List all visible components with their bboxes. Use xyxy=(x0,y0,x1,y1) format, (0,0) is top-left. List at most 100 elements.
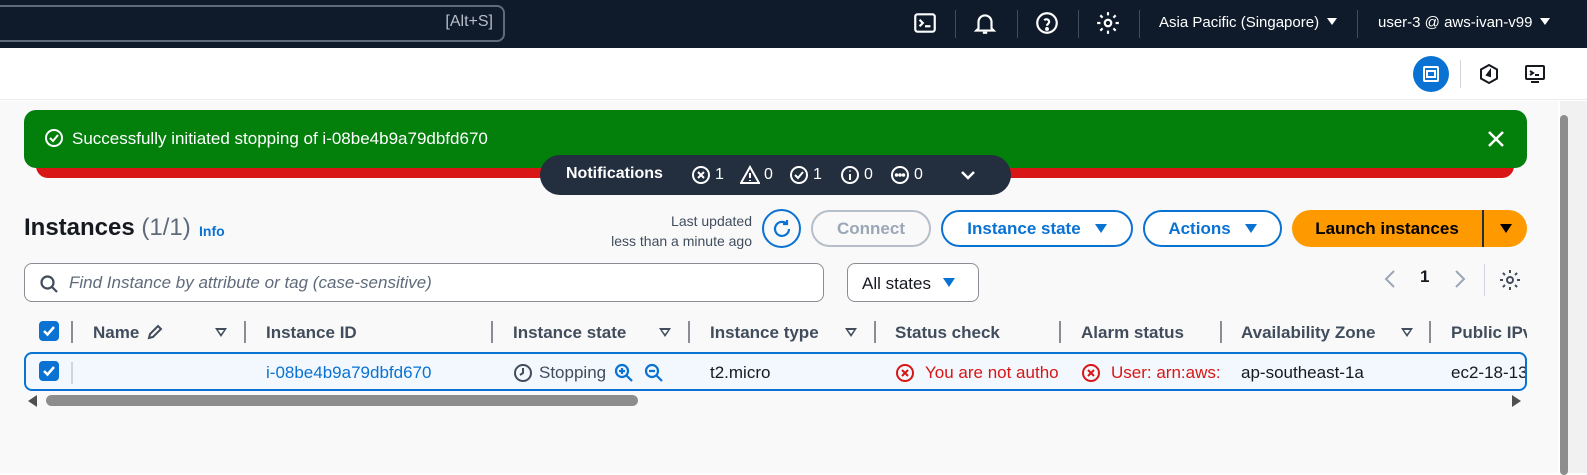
gear-icon[interactable] xyxy=(1095,10,1121,36)
launch-instances-button[interactable]: Launch instances xyxy=(1292,210,1482,247)
bell-icon[interactable] xyxy=(972,10,998,36)
instance-state-value: Stopping xyxy=(539,363,607,382)
zoom-out-icon[interactable] xyxy=(644,363,664,383)
account-menu[interactable]: user-3 @ aws-ivan-v99 xyxy=(1378,14,1551,31)
close-icon[interactable] xyxy=(1485,128,1507,150)
alarm-status-value: User: arn:aws:i xyxy=(1111,363,1220,382)
sort-icon[interactable] xyxy=(1401,328,1413,337)
nav-divider xyxy=(1078,10,1079,38)
column-divider xyxy=(71,321,73,343)
column-divider xyxy=(874,321,876,343)
success-check-icon xyxy=(45,129,63,147)
region-selector[interactable]: Asia Pacific (Singapore) xyxy=(1159,14,1338,31)
help-icon[interactable] xyxy=(1034,10,1060,36)
select-all-checkbox[interactable] xyxy=(39,321,59,341)
states-select-value: All states xyxy=(862,274,931,293)
search-icon xyxy=(40,275,58,293)
cell-instance-type: t2.micro xyxy=(710,363,771,382)
nav-divider xyxy=(1017,10,1018,38)
zoom-in-icon[interactable] xyxy=(614,363,634,383)
error-count-value: 1 xyxy=(715,166,724,183)
column-divider xyxy=(1059,321,1061,343)
in-progress-count: 0 xyxy=(890,165,923,185)
last-updated-label: Last updated xyxy=(671,213,752,229)
status-check-value: You are not autho xyxy=(925,363,1059,382)
sort-icon[interactable] xyxy=(659,328,671,337)
column-header-alarm-status[interactable]: Alarm status xyxy=(1081,323,1184,343)
row-checkbox[interactable] xyxy=(39,361,59,381)
scrollbar-thumb[interactable] xyxy=(46,395,638,406)
column-header-availability-zone[interactable]: Availability Zone xyxy=(1241,323,1375,343)
scroll-right-icon[interactable] xyxy=(1511,395,1521,407)
scrollbar-thumb[interactable] xyxy=(1560,115,1568,475)
error-icon xyxy=(896,364,914,382)
column-header-name[interactable]: Name xyxy=(93,323,139,343)
split-panel-icon[interactable] xyxy=(1413,56,1449,92)
nav-divider xyxy=(1357,10,1358,38)
chevron-right-icon[interactable] xyxy=(1453,269,1467,289)
actions-button[interactable]: Actions xyxy=(1143,210,1282,247)
check-icon xyxy=(43,366,55,377)
column-header-public-ip[interactable]: Public IPv xyxy=(1451,323,1527,343)
last-updated-value: less than a minute ago xyxy=(611,233,752,249)
filter-input[interactable] xyxy=(69,270,809,296)
search-shortcut-hint: [Alt+S] xyxy=(445,13,493,30)
info-count-value: 0 xyxy=(864,166,873,183)
warning-count: 0 xyxy=(740,165,773,185)
column-divider xyxy=(491,321,493,343)
page-number[interactable]: 1 xyxy=(1420,267,1429,287)
flash-message: Successfully initiated stopping of i-08b… xyxy=(72,129,488,148)
caret-down-icon xyxy=(1094,224,1107,233)
refresh-icon xyxy=(773,219,790,237)
caret-down-icon xyxy=(1327,18,1338,25)
clock-icon xyxy=(514,364,532,382)
error-count: 1 xyxy=(691,165,724,185)
column-header-instance-id[interactable]: Instance ID xyxy=(266,323,357,343)
instance-state-label: Instance state xyxy=(967,218,1081,238)
column-divider xyxy=(244,321,246,343)
column-divider xyxy=(71,362,73,384)
notifications-bar[interactable]: Notifications 1 0 1 0 0 xyxy=(540,155,1011,195)
gear-icon[interactable] xyxy=(1498,268,1522,292)
launch-instances-dropdown[interactable] xyxy=(1482,210,1527,247)
tools-divider xyxy=(1460,60,1461,88)
error-icon xyxy=(1082,364,1100,382)
cell-public-ip: ec2-18-13 xyxy=(1451,363,1525,382)
column-header-instance-state[interactable]: Instance state xyxy=(513,323,626,343)
info-link[interactable]: Info xyxy=(199,223,225,239)
states-select[interactable]: All states xyxy=(847,263,979,302)
horizontal-scrollbar[interactable] xyxy=(24,393,1527,409)
cell-instance-id[interactable]: i-08be4b9a79dbfd670 xyxy=(266,363,431,383)
connect-button[interactable]: Connect xyxy=(811,210,931,247)
column-divider xyxy=(1429,321,1431,343)
instance-filter xyxy=(24,263,824,302)
caret-down-icon xyxy=(1540,18,1551,25)
region-label: Asia Pacific (Singapore) xyxy=(1159,14,1320,31)
table-row[interactable]: i-08be4b9a79dbfd670 Stopping t2.micro Yo… xyxy=(24,352,1527,391)
in-progress-icon xyxy=(891,166,909,184)
instance-state-button[interactable]: Instance state xyxy=(941,210,1133,247)
column-header-status-check[interactable]: Status check xyxy=(895,323,1000,343)
success-count: 1 xyxy=(789,165,822,185)
vertical-scrollbar[interactable] xyxy=(1560,101,1587,475)
success-icon xyxy=(790,166,808,184)
sort-icon[interactable] xyxy=(215,328,227,337)
column-divider xyxy=(1220,321,1222,343)
chevron-left-icon[interactable] xyxy=(1383,269,1397,289)
scroll-left-icon[interactable] xyxy=(28,395,38,407)
sort-icon[interactable] xyxy=(845,328,857,337)
page-title: Instances (1/1) xyxy=(24,214,191,242)
tools-bar xyxy=(0,48,1587,100)
console-icon[interactable] xyxy=(1517,56,1553,92)
column-header-instance-type[interactable]: Instance type xyxy=(710,323,819,343)
chevron-down-icon[interactable] xyxy=(958,165,978,185)
global-search-input[interactable]: [Alt+S] xyxy=(0,5,505,42)
column-divider xyxy=(688,321,690,343)
cloudshell-icon[interactable] xyxy=(912,10,938,36)
info-icon xyxy=(841,166,859,184)
compass-icon[interactable] xyxy=(1471,56,1507,92)
warning-count-value: 0 xyxy=(764,166,773,183)
in-progress-count-value: 0 xyxy=(914,166,923,183)
check-icon xyxy=(43,326,55,337)
refresh-button[interactable] xyxy=(762,209,801,248)
